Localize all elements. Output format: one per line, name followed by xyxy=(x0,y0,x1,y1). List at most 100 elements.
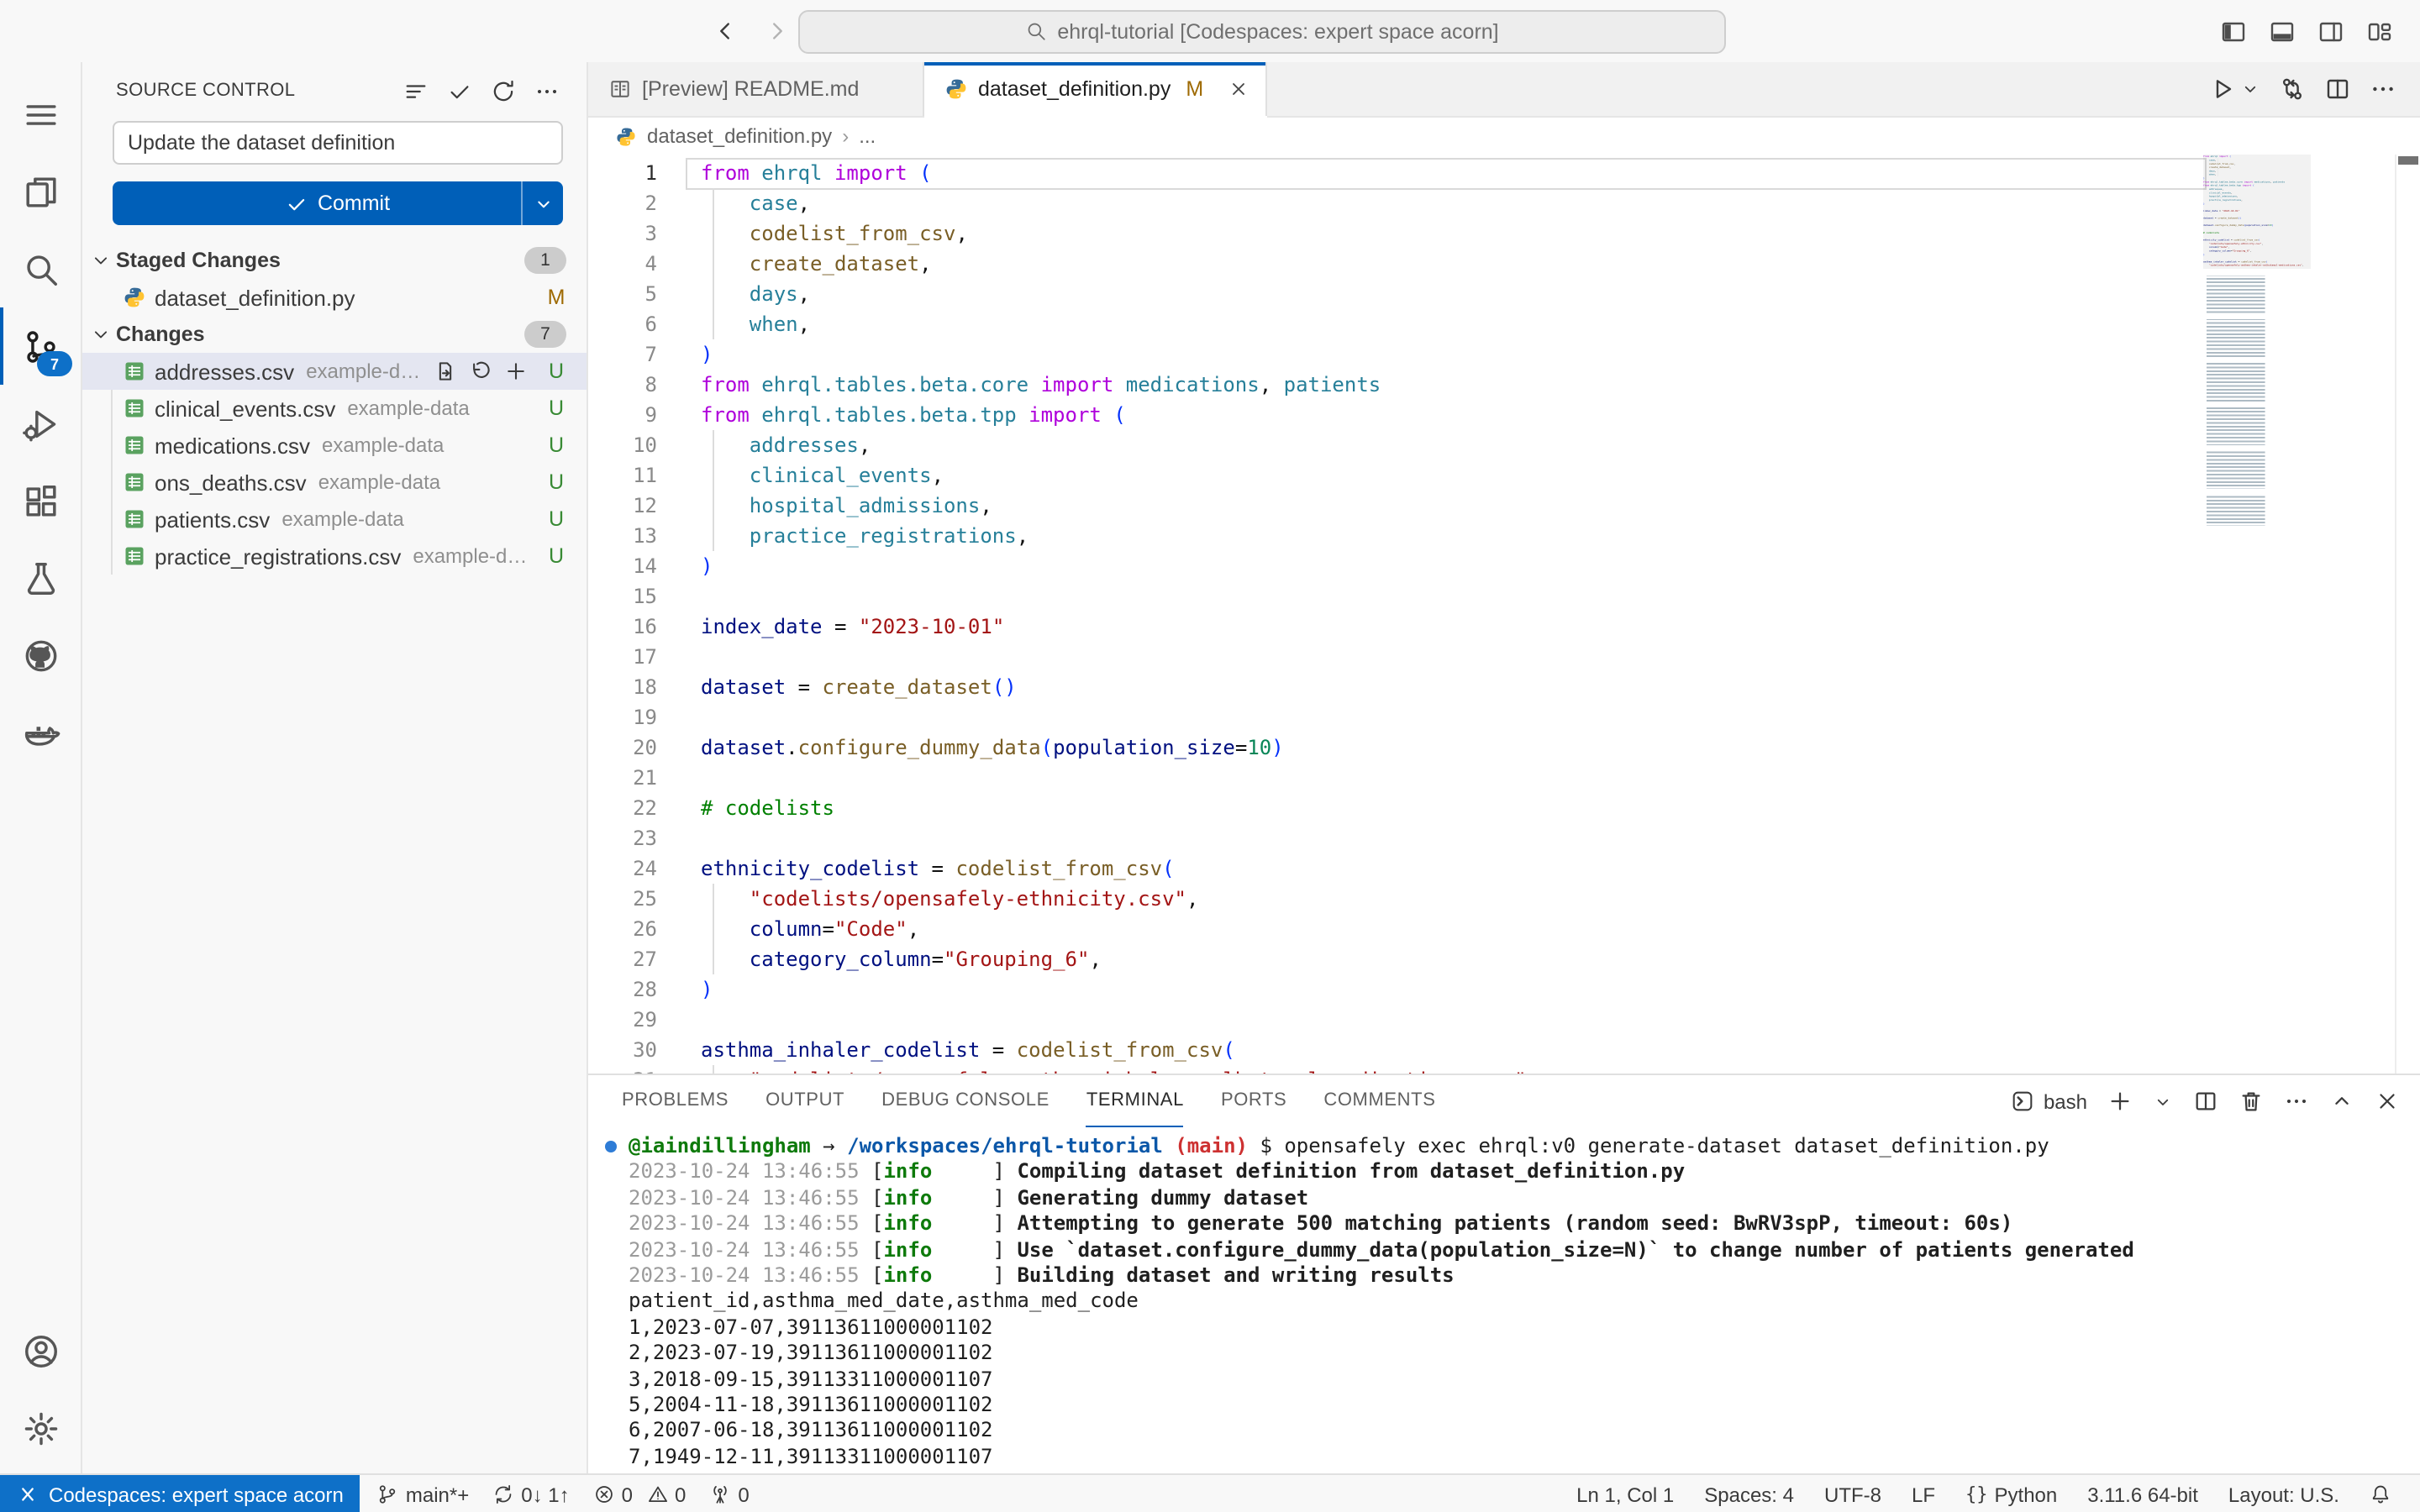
discard-changes-icon[interactable] xyxy=(469,360,492,383)
status-item-cursor-position[interactable]: Ln 1, Col 1 xyxy=(1561,1483,1689,1506)
scm-file-row[interactable]: addresses.csv example-data U xyxy=(82,353,587,390)
new-terminal-icon[interactable] xyxy=(2107,1089,2133,1114)
customize-layout-icon[interactable] xyxy=(2366,18,2393,45)
activity-bar-item-extensions[interactable] xyxy=(0,462,81,539)
status-item-python-interpreter[interactable]: 3.11.6 64-bit xyxy=(2072,1483,2213,1506)
activity-bar-item-run-and-debug[interactable] xyxy=(0,385,81,462)
status-item-end-of-line[interactable]: LF xyxy=(1897,1483,1950,1506)
scm-file-row[interactable]: medications.csv example-data U xyxy=(82,427,587,464)
close-panel-icon[interactable] xyxy=(2375,1089,2400,1114)
terminal-profiles-icon[interactable] xyxy=(2153,1091,2173,1111)
status-item-branch-status[interactable]: main*+ xyxy=(366,1483,481,1506)
terminal-output[interactable]: @iaindillingham → /workspaces/ehrql-tuto… xyxy=(588,1127,2420,1473)
code-line-13: 13 practice_registrations, xyxy=(588,521,2289,551)
editor-more-actions-icon[interactable] xyxy=(2370,76,2396,102)
open-changes-icon[interactable] xyxy=(2279,76,2306,102)
close-tab-icon[interactable] xyxy=(1228,79,1249,99)
minimap[interactable]: from ehrql import ( case, codelist_from_… xyxy=(2203,155,2311,1074)
remote-indicator[interactable]: Codespaces: expert space acorn xyxy=(0,1475,360,1512)
code-line-6: 6 when, xyxy=(588,309,2289,339)
chevron-down-icon xyxy=(89,323,113,346)
docker-icon xyxy=(21,713,60,752)
accounts-icon xyxy=(21,1331,60,1370)
panel-tab-ports[interactable]: PORTS xyxy=(1221,1075,1286,1127)
more-actions-icon[interactable] xyxy=(534,78,560,103)
csv-file-icon xyxy=(123,396,146,420)
scm-file-row[interactable]: patients.csv example-data U xyxy=(82,501,587,538)
code-line-8: 8 from ehrql.tables.beta.core import medi… xyxy=(644,373,1381,396)
activity-bar-item-menu[interactable] xyxy=(0,76,81,153)
activity-bar-item-docker[interactable] xyxy=(0,694,81,771)
toggle-primary-sidebar-icon[interactable] xyxy=(2220,18,2247,45)
status-item-errors-count[interactable]: 00 xyxy=(581,1483,698,1506)
activity-bar-item-testing[interactable] xyxy=(0,539,81,617)
minimap-slider[interactable] xyxy=(2203,155,2311,269)
activity-bar-item-search[interactable] xyxy=(0,230,81,307)
panel-more-actions-icon[interactable] xyxy=(2284,1089,2309,1114)
activity-bar-item-settings[interactable] xyxy=(0,1389,81,1467)
code-editor[interactable]: 1 from ehrql import (2 case, 3 codelist_fr… xyxy=(588,155,2420,1074)
status-item-keyboard-layout[interactable]: Layout: U.S. xyxy=(2213,1483,2354,1506)
activity-bar-item-github[interactable] xyxy=(0,617,81,694)
code-line-1: 1 from ehrql import ( xyxy=(588,158,2289,190)
commit-dropdown-icon[interactable] xyxy=(521,181,563,225)
terminal-line: 2023-10-24 13:46:55 [info ] Compiling da… xyxy=(629,1159,1686,1184)
open-file-icon[interactable] xyxy=(434,360,457,383)
scm-file-row[interactable]: ons_deaths.csv example-data U xyxy=(82,464,587,501)
panel-tab-debug-console[interactable]: DEBUG CONSOLE xyxy=(881,1075,1050,1127)
run-python-file-icon[interactable] xyxy=(2208,76,2235,102)
panel-tab-problems[interactable]: PROBLEMS xyxy=(622,1075,729,1127)
status-item-sync-status[interactable]: 0↓ 1↑ xyxy=(481,1483,581,1506)
scm-file-row[interactable]: dataset_definition.py M xyxy=(82,279,587,316)
panel-tab-output[interactable]: OUTPUT xyxy=(765,1075,844,1127)
run-options-icon[interactable] xyxy=(2240,79,2260,99)
bell-icon xyxy=(2370,1483,2391,1505)
split-editor-icon[interactable] xyxy=(2324,76,2351,102)
maximize-panel-icon[interactable] xyxy=(2329,1089,2354,1114)
scm-file-row[interactable]: practice_registrations.csv example-data U xyxy=(82,538,587,575)
activity-bar-item-accounts[interactable] xyxy=(0,1312,81,1389)
scm-file-row[interactable]: clinical_events.csv example-data U xyxy=(82,390,587,427)
status-item-language-mode[interactable]: {} Python xyxy=(1950,1483,2072,1506)
panel-tab-terminal[interactable]: TERMINAL xyxy=(1086,1075,1184,1127)
forward-arrow-icon[interactable] xyxy=(765,18,790,44)
minimap-more-code xyxy=(2207,270,2304,526)
kill-terminal-icon[interactable] xyxy=(2238,1089,2264,1114)
panel-tab-comments[interactable]: COMMENTS xyxy=(1323,1075,1435,1127)
commit-button[interactable]: Commit xyxy=(113,181,563,225)
command-decoration-dot[interactable] xyxy=(605,1141,617,1152)
code-line-21: 21 xyxy=(633,766,657,790)
section-header[interactable]: Staged Changes 1 xyxy=(82,242,587,279)
terminal-line: patient_id,asthma_med_date,asthma_med_co… xyxy=(629,1289,1139,1313)
code-line-22: 22 # codelists xyxy=(633,796,834,820)
command-center-search[interactable]: ehrql-tutorial [Codespaces: expert space… xyxy=(798,9,1726,53)
status-item-notifications-bell[interactable] xyxy=(2354,1483,2407,1505)
breadcrumb[interactable]: dataset_definition.py › ... xyxy=(588,118,2420,155)
refresh-icon[interactable] xyxy=(491,78,516,103)
editor-scrollbar-thumb[interactable] xyxy=(2398,156,2418,165)
section-header[interactable]: Changes 7 xyxy=(82,316,587,353)
braces-icon: {} xyxy=(1965,1483,1988,1505)
activity-bar-item-explorer[interactable] xyxy=(0,153,81,230)
code-lines: 1 from ehrql import (2 case, 3 codelist_fr… xyxy=(588,158,2289,1074)
toggle-secondary-sidebar-icon[interactable] xyxy=(2317,18,2344,45)
commit-message-input[interactable] xyxy=(113,121,563,165)
back-arrow-icon[interactable] xyxy=(713,18,738,44)
check-icon xyxy=(286,192,308,214)
status-item-encoding[interactable]: UTF-8 xyxy=(1809,1483,1897,1506)
view-and-sort-icon[interactable] xyxy=(403,78,429,103)
editor-tab[interactable]: [Preview] README.md xyxy=(588,62,924,116)
editor-tab[interactable]: dataset_definition.py M xyxy=(924,62,1267,116)
code-line-11: 11 clinical_events, xyxy=(588,460,2289,491)
terminal-instance-bash[interactable]: bash xyxy=(2010,1089,2087,1114)
activity-bar-item-source-control[interactable]: 7 xyxy=(0,307,81,385)
stage-changes-icon[interactable] xyxy=(504,360,528,383)
editor-scrollbar[interactable] xyxy=(2395,155,2420,1074)
code-line-24: 24 ethnicity_codelist = codelist_from_csv… xyxy=(633,857,1175,880)
split-terminal-icon[interactable] xyxy=(2193,1089,2218,1114)
status-item-forwarded-ports[interactable]: 0 xyxy=(697,1483,760,1506)
code-line-17: 17 xyxy=(633,645,657,669)
commit-icon[interactable] xyxy=(447,78,472,103)
status-item-indentation[interactable]: Spaces: 4 xyxy=(1689,1483,1809,1506)
toggle-panel-icon[interactable] xyxy=(2269,18,2296,45)
